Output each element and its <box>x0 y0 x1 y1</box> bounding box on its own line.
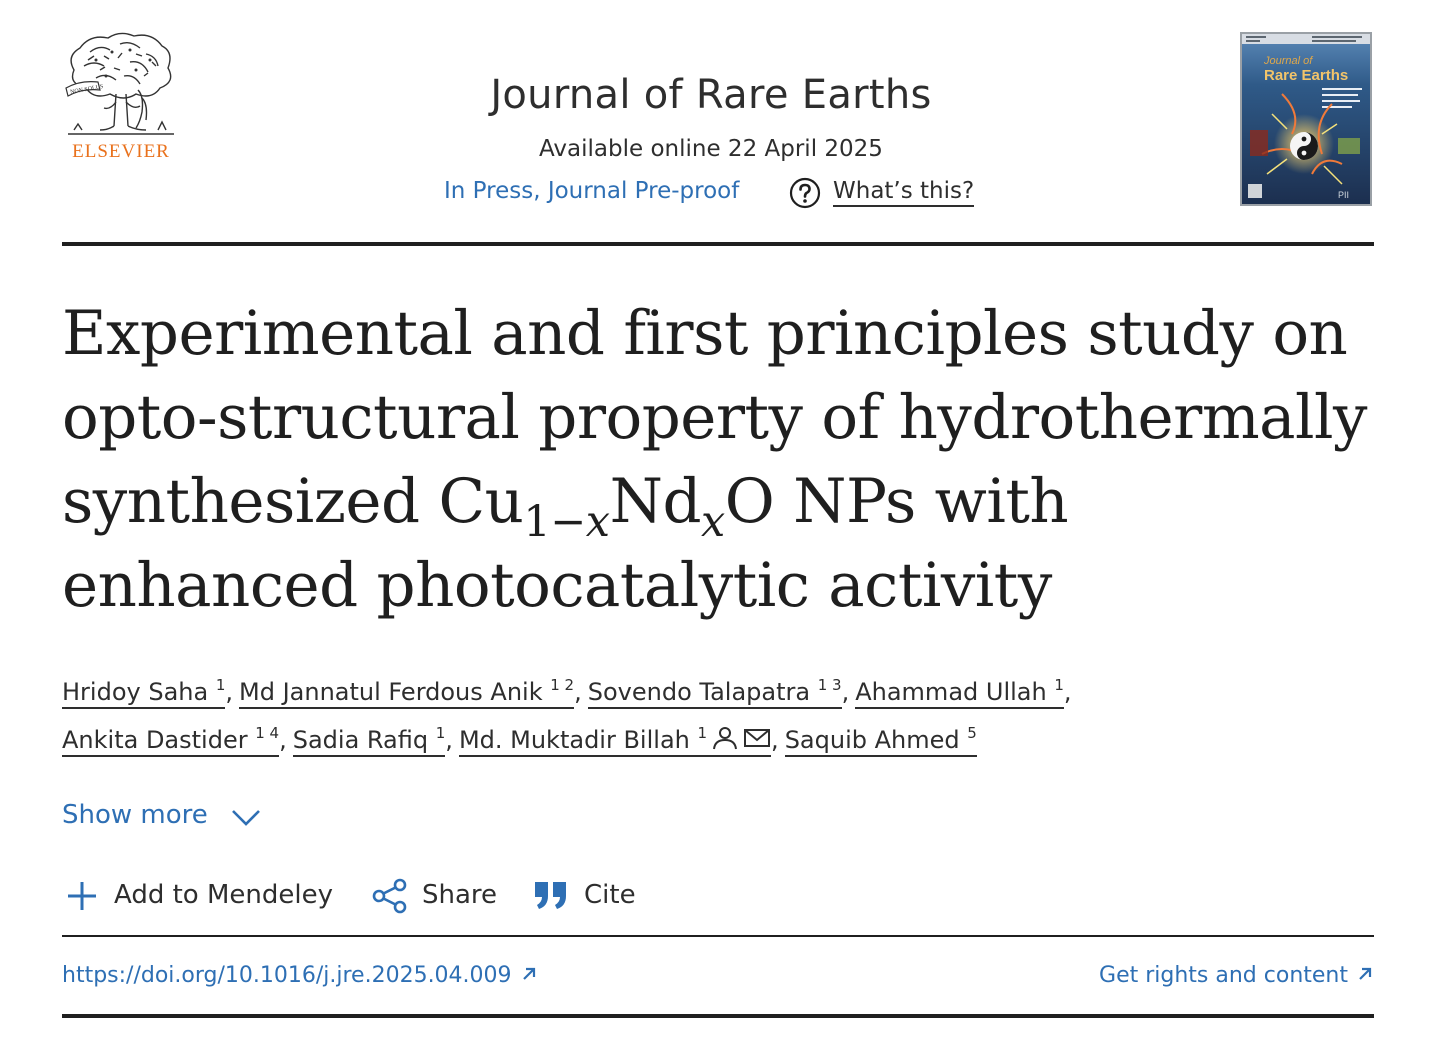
chevron-down-icon[interactable] <box>230 806 262 828</box>
author-link[interactable]: Sadia Rafiq 1 <box>292 724 446 757</box>
author-link[interactable]: Hridoy Saha 1 <box>62 676 226 709</box>
author-link[interactable]: Saquib Ahmed 5 <box>784 724 977 757</box>
journal-cover-image: Journal of Rare Earths PII <box>1242 34 1370 204</box>
quote-icon[interactable] <box>533 878 569 914</box>
title-subscript-1: 1−x <box>523 497 610 547</box>
author-link[interactable]: Ankita Dastider 1 4 <box>62 724 280 757</box>
author-affiliation: 1 <box>697 724 708 742</box>
external-link-icon <box>1356 964 1374 982</box>
author-link-corresponding[interactable]: Md. Muktadir Billah 1 <box>458 724 772 757</box>
doi-link[interactable]: https://doi.org/10.1016/j.jre.2025.04.00… <box>62 963 538 988</box>
svg-text:PII: PII <box>1338 190 1349 200</box>
actions-divider <box>62 935 1374 937</box>
title-subscript-2: x <box>701 497 725 547</box>
cover-title-line2: Rare Earths <box>1264 67 1348 84</box>
author-name: Md. Muktadir Billah <box>458 726 690 754</box>
header-divider <box>62 242 1374 246</box>
author-affiliation: 1 <box>435 724 446 742</box>
author-name: Sadia Rafiq <box>292 726 429 754</box>
journal-cover-thumbnail[interactable]: Journal of Rare Earths PII <box>1240 32 1372 206</box>
email-icon <box>743 726 771 750</box>
plus-icon[interactable] <box>64 878 100 914</box>
author-name: Ankita Dastider <box>62 726 248 754</box>
article-title: Experimental and first principles study … <box>62 292 1382 628</box>
get-rights-link[interactable]: Get rights and content <box>1099 963 1374 988</box>
footer-divider <box>62 1014 1374 1018</box>
author-affiliation: 1 4 <box>255 724 280 742</box>
author-name: Ahammad Ullah <box>855 678 1047 706</box>
person-icon <box>711 726 739 750</box>
author-link[interactable]: Sovendo Talapatra 1 3 <box>587 676 842 709</box>
author-name: Sovendo Talapatra <box>587 678 811 706</box>
author-affiliation: 1 <box>215 676 226 694</box>
share-icon[interactable] <box>372 878 408 914</box>
author-affiliation: 1 3 <box>817 676 842 694</box>
question-circle-icon[interactable] <box>789 177 821 209</box>
author-link[interactable]: Md Jannatul Ferdous Anik 1 2 <box>239 676 575 709</box>
author-list: Hridoy Saha 1, Md Jannatul Ferdous Anik 1… <box>62 668 1382 764</box>
author-affiliation: 1 <box>1054 676 1064 694</box>
author-name: Md Jannatul Ferdous Anik <box>239 678 543 706</box>
cover-title-line1: Journal of <box>1263 55 1313 67</box>
subscript-number: 1− <box>523 497 586 547</box>
journal-title[interactable]: Journal of Rare Earths <box>0 72 1422 118</box>
in-press-status-link[interactable]: In Press, Journal Pre-proof <box>444 178 739 204</box>
author-name: Hridoy Saha <box>62 678 209 706</box>
cite-button[interactable]: Cite <box>584 880 636 916</box>
author-link[interactable]: Ahammad Ullah 1 <box>855 677 1064 709</box>
external-link-icon <box>520 964 538 982</box>
author-affiliation: 1 2 <box>550 676 575 694</box>
subscript-variable-2: x <box>701 497 725 547</box>
add-to-mendeley-button[interactable]: Add to Mendeley <box>114 880 333 916</box>
title-text-part2: Nd <box>609 466 702 537</box>
author-name: Saquib Ahmed <box>784 726 960 754</box>
show-more-button[interactable]: Show more <box>62 800 208 830</box>
available-online-date: Available online 22 April 2025 <box>539 136 883 162</box>
author-affiliation: 5 <box>967 724 977 742</box>
subscript-variable-1: x <box>585 497 610 547</box>
whats-this-link[interactable]: What’s this? <box>833 178 975 207</box>
share-button[interactable]: Share <box>422 880 497 916</box>
rights-text: Get rights and content <box>1099 963 1348 988</box>
doi-text: https://doi.org/10.1016/j.jre.2025.04.00… <box>62 963 512 988</box>
